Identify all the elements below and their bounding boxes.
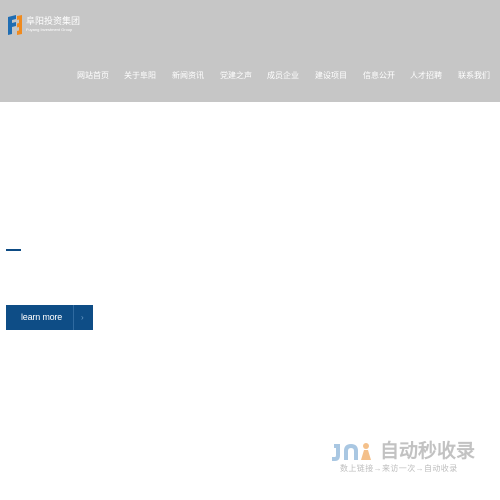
- site-logo[interactable]: 阜阳投资集团 Fuyang Investment Group: [7, 14, 80, 36]
- nav-item-about[interactable]: 关于阜阳: [124, 70, 156, 82]
- page: 阜阳投资集团 Fuyang Investment Group 网站首页 关于阜阳…: [0, 0, 500, 500]
- nav-item-projects[interactable]: 建设项目: [315, 70, 347, 82]
- nav-item-home[interactable]: 网站首页: [77, 70, 109, 82]
- watermark-subtitle: 数上链接→来访一次→自动收录: [340, 464, 458, 473]
- watermark-logo-icon: [332, 443, 371, 461]
- watermark-title: 自动秒收录: [380, 441, 476, 462]
- nav-item-members[interactable]: 成员企业: [267, 70, 299, 82]
- site-header: 阜阳投资集团 Fuyang Investment Group 网站首页 关于阜阳…: [0, 0, 500, 102]
- nav-item-party[interactable]: 党建之声: [220, 70, 252, 82]
- nav-item-careers[interactable]: 人才招聘: [410, 70, 442, 82]
- main-nav: 网站首页 关于阜阳 新闻资讯 党建之声 成员企业 建设项目 信息公开 人才招聘 …: [0, 70, 500, 84]
- chevron-right-icon: ›: [81, 313, 84, 322]
- nav-item-news[interactable]: 新闻资讯: [172, 70, 204, 82]
- learn-more-label: learn more: [21, 312, 63, 322]
- logo-name-en: Fuyang Investment Group: [26, 27, 73, 32]
- logo-name-cn: 阜阳投资集团: [26, 16, 81, 26]
- watermark: 自动秒收录 数上链接→来访一次→自动收录: [330, 440, 490, 476]
- logo-mark-icon: [8, 15, 22, 35]
- nav-item-disclosure[interactable]: 信息公开: [363, 70, 395, 82]
- button-divider: [73, 305, 74, 330]
- nav-item-contact[interactable]: 联系我们: [458, 70, 490, 82]
- hero-accent-line: [6, 249, 21, 251]
- learn-more-button[interactable]: learn more ›: [6, 305, 93, 330]
